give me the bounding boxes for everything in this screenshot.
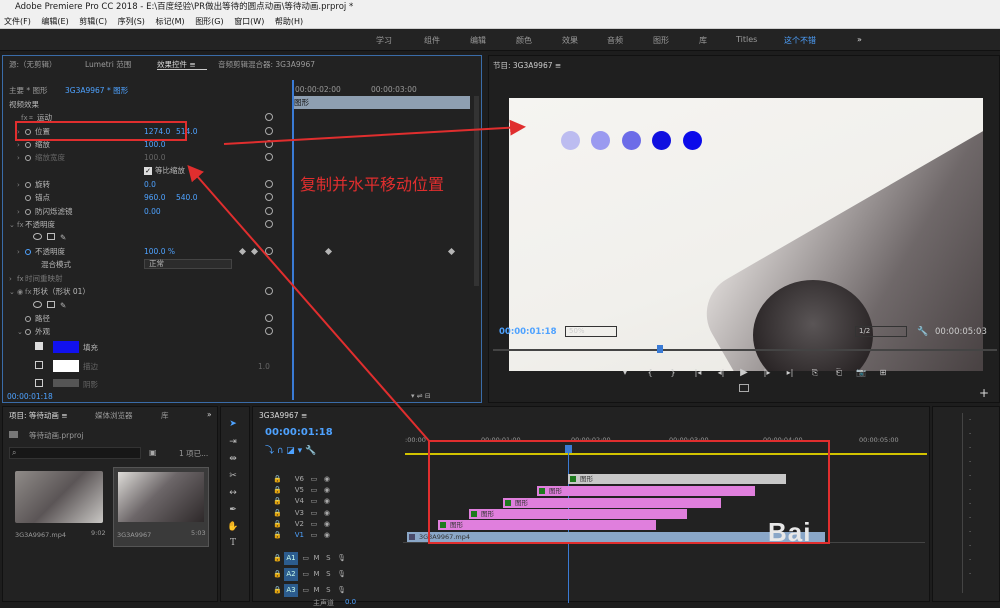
arrow-to-preview [223, 119, 526, 145]
arrow-to-position [187, 164, 431, 443]
annotation-arrows [187, 119, 526, 443]
